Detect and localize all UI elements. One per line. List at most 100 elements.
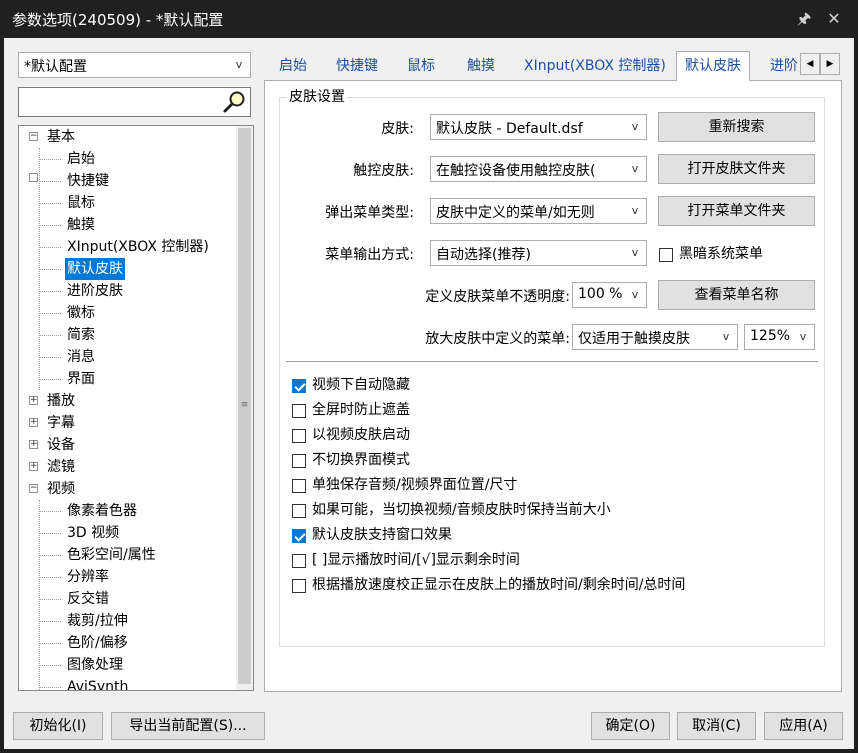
window-effects-checkbox[interactable] <box>292 529 306 543</box>
skin-value: 默认皮肤 - Default.dsf <box>436 121 583 137</box>
enlarge-pct-combo[interactable]: 125% v <box>744 324 815 350</box>
option-label[interactable]: 以视频皮肤启动 <box>312 426 410 444</box>
tab-scroll-right-icon[interactable]: ▶ <box>820 53 840 75</box>
tab-scroll-left-icon[interactable]: ◀ <box>800 53 820 75</box>
cancel-button[interactable]: 取消(C) <box>677 712 756 740</box>
option-label[interactable]: 全屏时防止遮盖 <box>312 401 410 419</box>
ok-button[interactable]: 确定(O) <box>591 712 670 740</box>
tree-item[interactable]: 徽标 <box>65 302 97 324</box>
auto-hide-under-video-checkbox[interactable] <box>292 379 306 393</box>
category-tree[interactable]: − + + + + − 基本 启始 快捷键 鼠标 触摸 XInput(XBOX … <box>18 125 254 691</box>
group-title: 皮肤设置 <box>287 88 347 106</box>
tree-expander[interactable]: − <box>29 484 38 493</box>
tree-item-selected[interactable]: 默认皮肤 <box>65 258 125 280</box>
view-menu-names-button[interactable]: 查看菜单名称 <box>658 280 815 310</box>
popup-menu-type-combo[interactable]: 皮肤中定义的菜单/如无则 v <box>430 198 647 224</box>
option-label[interactable]: 根据播放速度校正显示在皮肤上的播放时间/剩余时间/总时间 <box>312 576 685 594</box>
tree-item[interactable]: 进阶皮肤 <box>65 280 125 302</box>
prevent-fullscreen-cover-checkbox[interactable] <box>292 404 306 418</box>
option-label[interactable]: 不切换界面模式 <box>312 451 410 469</box>
chevron-down-icon: v <box>631 120 639 133</box>
option-label[interactable]: 视频下自动隐藏 <box>312 376 410 394</box>
chevron-down-icon: v <box>631 288 639 301</box>
tab-mouse[interactable]: 鼠标 <box>407 54 435 80</box>
speed-correct-time-checkbox[interactable] <box>292 579 306 593</box>
option-label[interactable]: [ ]显示播放时间/[√]显示剩余时间 <box>312 551 520 569</box>
tree-item[interactable]: 视频 <box>45 478 77 500</box>
tree-item[interactable]: 消息 <box>65 346 97 368</box>
tree-item[interactable]: 触摸 <box>65 214 97 236</box>
chevron-down-icon: v <box>722 330 730 343</box>
tab-hotkeys[interactable]: 快捷键 <box>336 54 378 80</box>
tree-item[interactable]: 基本 <box>45 126 77 148</box>
skin-combo[interactable]: 默认皮肤 - Default.dsf v <box>430 114 647 140</box>
window-title: 参数选项(240509) - *默认配置 <box>12 11 224 29</box>
tree-item[interactable]: 色阶/偏移 <box>65 632 130 654</box>
tree-scroll-thumb[interactable]: ≡ <box>238 128 251 684</box>
opacity-combo[interactable]: 100 % v <box>572 282 647 308</box>
export-config-button[interactable]: 导出当前配置(S)... <box>111 712 265 740</box>
tree-item[interactable]: 裁剪/拉伸 <box>65 610 130 632</box>
tree-item[interactable]: 像素着色器 <box>65 500 139 522</box>
tree-item[interactable]: 简索 <box>65 324 97 346</box>
title-bar[interactable]: 参数选项(240509) - *默认配置 🖈 ✕ <box>0 0 858 38</box>
enlarge-menu-combo[interactable]: 仅适用于触摸皮肤 v <box>572 324 738 350</box>
chevron-down-icon: v <box>631 246 639 259</box>
tree-expander[interactable]: + <box>29 440 38 449</box>
tab-start[interactable]: 启始 <box>279 54 307 80</box>
touch-skin-combo[interactable]: 在触控设备使用触控皮肤( v <box>430 156 647 182</box>
popup-menu-type-label: 弹出菜单类型: <box>325 205 414 221</box>
profile-combo[interactable]: *默认配置 v <box>18 52 251 78</box>
save-av-position-checkbox[interactable] <box>292 479 306 493</box>
close-icon[interactable]: ✕ <box>820 6 848 32</box>
tree-item[interactable]: 设备 <box>45 434 77 456</box>
tree-item[interactable]: 3D 视频 <box>65 522 121 544</box>
tree-item[interactable]: XInput(XBOX 控制器) <box>65 236 211 258</box>
tab-xinput[interactable]: XInput(XBOX 控制器) <box>524 54 666 80</box>
option-label[interactable]: 如果可能，当切换视频/音频皮肤时保持当前大小 <box>312 501 611 519</box>
tree-item[interactable]: 反交错 <box>65 588 111 610</box>
tree-expander[interactable]: + <box>29 462 38 471</box>
pin-icon[interactable]: 🖈 <box>790 6 818 32</box>
open-menu-folder-button[interactable]: 打开菜单文件夹 <box>658 196 815 226</box>
tree-expander[interactable]: − <box>29 132 38 141</box>
search-icon[interactable] <box>222 89 248 115</box>
open-skin-folder-button[interactable]: 打开皮肤文件夹 <box>658 154 815 184</box>
tab-touch[interactable]: 触摸 <box>467 54 495 80</box>
tree-expander[interactable]: + <box>29 396 38 405</box>
start-with-video-skin-checkbox[interactable] <box>292 429 306 443</box>
chevron-down-icon: v <box>799 330 807 343</box>
apply-button[interactable]: 应用(A) <box>764 712 843 740</box>
search-input[interactable] <box>18 87 251 117</box>
tree-scrollbar[interactable]: ≡ <box>236 126 253 690</box>
tree-item[interactable]: 图像处理 <box>65 654 125 676</box>
option-label[interactable]: 默认皮肤支持窗口效果 <box>312 526 452 544</box>
tree-item[interactable]: 色彩空间/属性 <box>65 544 158 566</box>
dark-menu-checkbox[interactable] <box>659 248 673 262</box>
show-time-mode-checkbox[interactable] <box>292 554 306 568</box>
separator <box>286 361 818 362</box>
skin-label: 皮肤: <box>381 121 414 137</box>
tab-advanced[interactable]: 进阶 <box>770 54 800 80</box>
tab-default-skin[interactable]: 默认皮肤 <box>676 51 750 81</box>
option-label[interactable]: 单独保存音频/视频界面位置/尺寸 <box>312 476 517 494</box>
no-switch-ui-mode-checkbox[interactable] <box>292 454 306 468</box>
menu-output-label: 菜单输出方式: <box>325 247 414 263</box>
enlarge-menu-label: 放大皮肤中定义的菜单: <box>425 331 570 347</box>
tree-item[interactable]: 分辨率 <box>65 566 111 588</box>
research-button[interactable]: 重新搜索 <box>658 112 815 142</box>
tree-item[interactable]: 启始 <box>65 148 97 170</box>
profile-value: *默认配置 <box>24 59 87 75</box>
menu-output-combo[interactable]: 自动选择(推荐) v <box>430 240 647 266</box>
dark-menu-label[interactable]: 黑暗系统菜单 <box>679 245 763 263</box>
tree-expander[interactable]: + <box>29 418 38 427</box>
tree-item[interactable]: 快捷键 <box>65 170 111 192</box>
tree-item[interactable]: 界面 <box>65 368 97 390</box>
keep-size-on-switch-checkbox[interactable] <box>292 504 306 518</box>
tree-item[interactable]: 滤镜 <box>45 456 77 478</box>
tree-item[interactable]: 字幕 <box>45 412 77 434</box>
tree-item[interactable]: 鼠标 <box>65 192 97 214</box>
initialize-button[interactable]: 初始化(I) <box>13 712 103 740</box>
tree-item[interactable]: 播放 <box>45 390 77 412</box>
tree-item[interactable]: AviSynth <box>65 676 130 690</box>
